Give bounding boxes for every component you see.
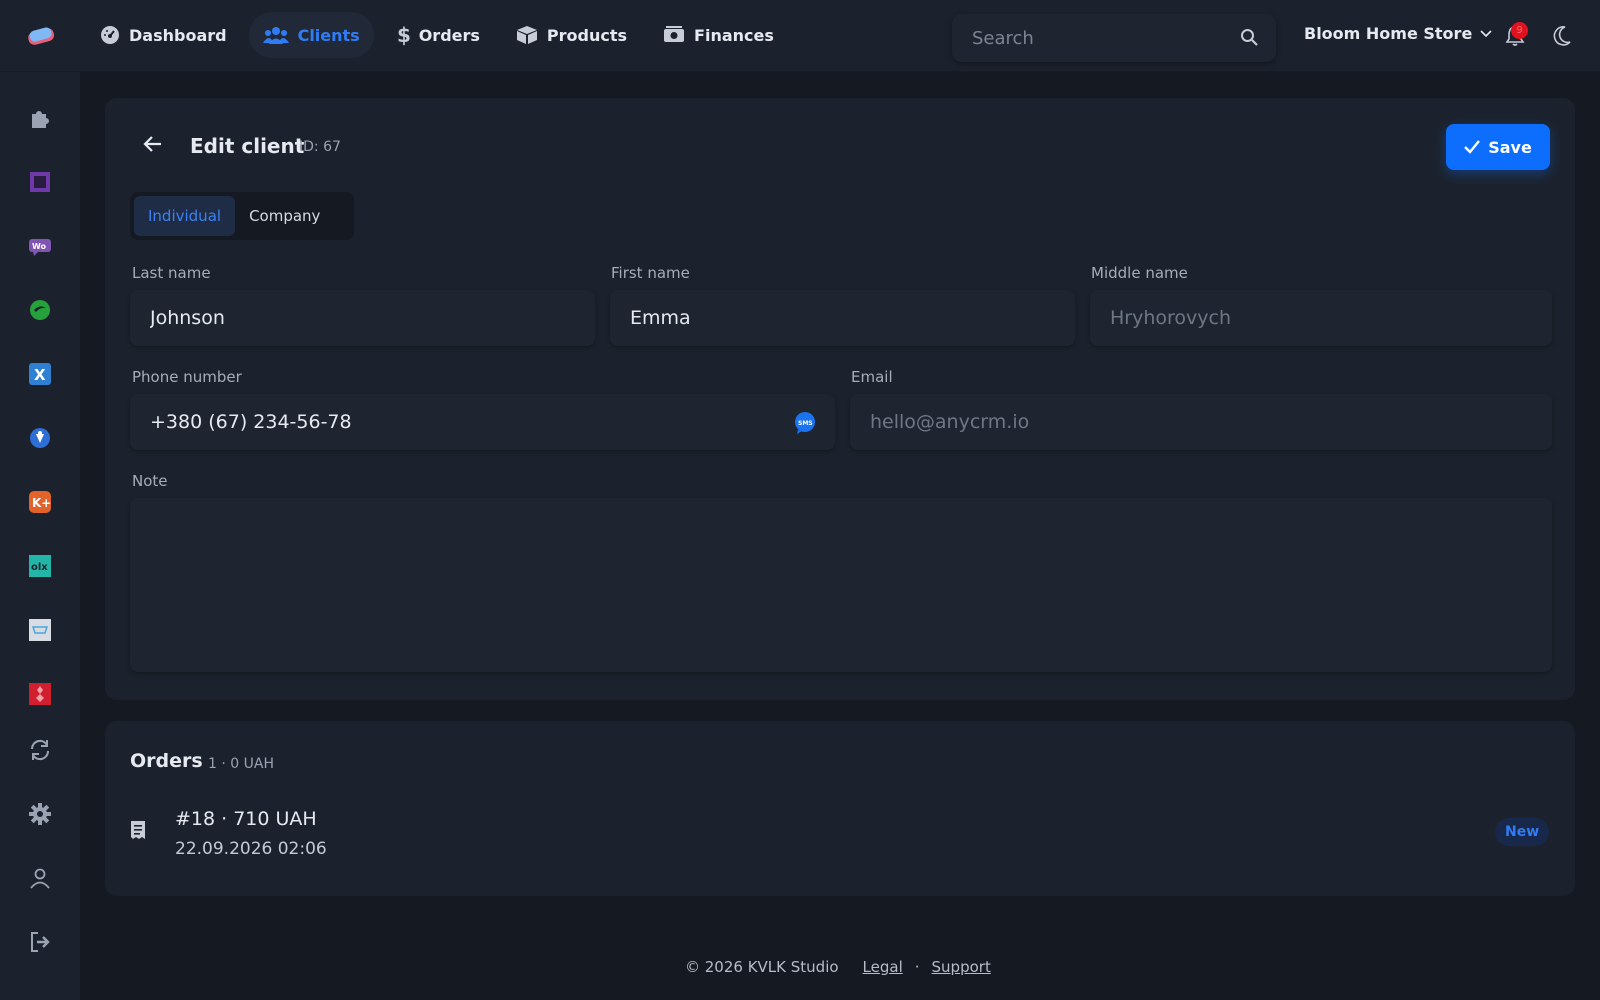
page-title: Edit client bbox=[190, 134, 305, 158]
svg-text:X: X bbox=[34, 366, 46, 384]
order-title[interactable]: #18 · 710 UAH bbox=[175, 808, 317, 830]
first-name-label: First name bbox=[611, 264, 690, 282]
client-type-toggle: Individual Company bbox=[130, 192, 354, 240]
search-box bbox=[952, 14, 1276, 62]
store-name: Bloom Home Store bbox=[1304, 24, 1473, 43]
orders-card: Orders 1 · 0 UAH #18 · 710 UAH 22.09.202… bbox=[105, 721, 1575, 896]
nav-finances[interactable]: Finances bbox=[649, 12, 788, 58]
save-button[interactable]: Save bbox=[1446, 124, 1550, 170]
top-bar: Dashboard Clients $ Orders Products Fina… bbox=[0, 0, 1600, 72]
search-icon[interactable] bbox=[1240, 28, 1258, 46]
svg-text:SMS: SMS bbox=[798, 420, 813, 427]
check-icon bbox=[1464, 140, 1481, 154]
search-input[interactable] bbox=[952, 27, 1222, 49]
app-logo-icon[interactable] bbox=[26, 24, 56, 48]
middle-name-field[interactable] bbox=[1090, 290, 1552, 346]
email-label: Email bbox=[851, 368, 893, 386]
last-name-field[interactable] bbox=[130, 290, 595, 346]
store-switcher[interactable]: Bloom Home Store bbox=[1304, 24, 1492, 43]
back-arrow-icon[interactable] bbox=[143, 134, 163, 154]
svg-text:K+: K+ bbox=[32, 496, 51, 510]
notification-badge: 9 bbox=[1511, 22, 1528, 39]
sidebar: Wo X K+ olx bbox=[0, 72, 80, 1000]
nav-clients[interactable]: Clients bbox=[248, 12, 374, 58]
tab-individual[interactable]: Individual bbox=[134, 196, 236, 236]
nav-products-label: Products bbox=[546, 25, 628, 45]
save-label: Save bbox=[1488, 137, 1532, 157]
dollar-icon: $ bbox=[397, 24, 410, 46]
support-link[interactable]: Support bbox=[932, 958, 991, 976]
middle-name-label: Middle name bbox=[1091, 264, 1188, 282]
phone-label: Phone number bbox=[132, 368, 242, 386]
moon-icon[interactable] bbox=[1552, 25, 1572, 47]
k-app-icon[interactable]: K+ bbox=[28, 490, 52, 514]
cart-app-icon[interactable] bbox=[28, 618, 52, 642]
woo-app-icon[interactable]: Wo bbox=[28, 234, 52, 258]
footer-separator: · bbox=[914, 958, 920, 976]
order-date: 22.09.2026 02:06 bbox=[175, 839, 327, 859]
nav-clients-label: Clients bbox=[297, 25, 360, 45]
users-icon bbox=[262, 27, 289, 44]
box-icon bbox=[516, 26, 537, 44]
nav-finances-label: Finances bbox=[694, 25, 774, 45]
last-name-label: Last name bbox=[132, 264, 211, 282]
sync-icon[interactable] bbox=[28, 738, 52, 762]
orders-summary: 1 · 0 UAH bbox=[208, 756, 274, 772]
gear-icon[interactable] bbox=[28, 802, 52, 826]
client-id: ID: 67 bbox=[299, 139, 341, 155]
square-app-icon[interactable] bbox=[28, 170, 52, 194]
tab-company[interactable]: Company bbox=[235, 196, 334, 236]
user-icon[interactable] bbox=[28, 866, 52, 890]
gauge-icon bbox=[101, 26, 119, 44]
nav-dashboard-label: Dashboard bbox=[129, 25, 227, 45]
red-app-icon[interactable] bbox=[28, 682, 52, 706]
shield-app-icon[interactable] bbox=[28, 426, 52, 450]
copyright: © 2026 KVLK Studio bbox=[685, 958, 839, 976]
nav-products[interactable]: Products bbox=[502, 12, 641, 58]
orders-title: Orders bbox=[130, 750, 203, 772]
puzzle-icon[interactable] bbox=[28, 106, 52, 130]
svg-text:$: $ bbox=[397, 24, 410, 46]
logout-icon[interactable] bbox=[28, 930, 52, 954]
svg-text:Wo: Wo bbox=[32, 242, 47, 251]
note-textarea[interactable] bbox=[130, 498, 1552, 672]
footer: © 2026 KVLK Studio Legal · Support bbox=[685, 958, 991, 976]
edit-client-card: Edit client ID: 67 Save Individual Compa… bbox=[105, 98, 1575, 700]
main-nav: Dashboard Clients $ Orders Products Fina… bbox=[86, 12, 796, 58]
phone-field[interactable] bbox=[130, 394, 835, 450]
nav-orders[interactable]: $ Orders bbox=[382, 12, 494, 58]
receipt-icon bbox=[131, 821, 145, 839]
status-badge: New bbox=[1495, 818, 1550, 846]
olx-app-icon[interactable]: olx bbox=[28, 554, 52, 578]
first-name-field[interactable] bbox=[610, 290, 1075, 346]
note-label: Note bbox=[132, 472, 168, 490]
nav-orders-label: Orders bbox=[418, 25, 480, 45]
nav-dashboard[interactable]: Dashboard bbox=[86, 12, 241, 58]
legal-link[interactable]: Legal bbox=[863, 958, 903, 976]
sms-icon[interactable]: SMS bbox=[794, 412, 816, 434]
email-field[interactable] bbox=[850, 394, 1552, 450]
green-app-icon[interactable] bbox=[28, 298, 52, 322]
money-icon bbox=[664, 26, 685, 42]
chevron-down-icon bbox=[1480, 29, 1492, 37]
svg-text:olx: olx bbox=[31, 562, 48, 573]
x-app-icon[interactable]: X bbox=[28, 362, 52, 386]
